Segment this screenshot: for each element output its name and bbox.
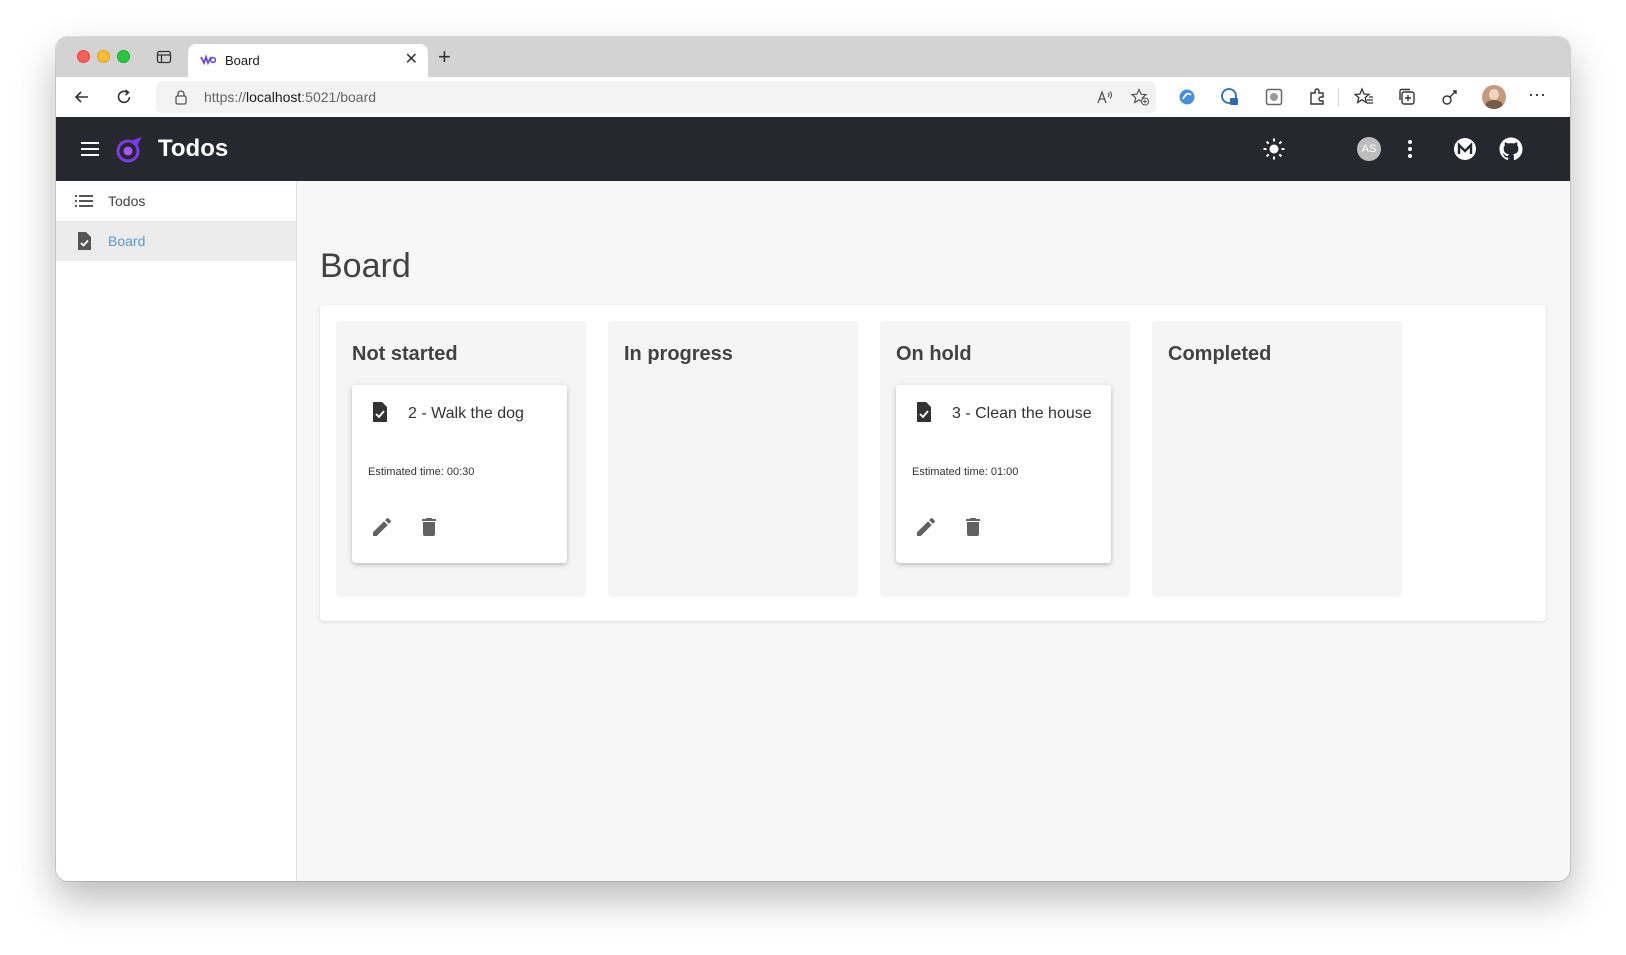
column-title: Not started (352, 343, 458, 365)
toolbar-divider (1338, 88, 1339, 106)
blazor-favicon-icon (200, 54, 216, 66)
more-options-icon[interactable]: ⋯ (1528, 85, 1547, 106)
password-manager-icon[interactable] (1220, 87, 1240, 107)
tab-actions-icon[interactable] (156, 49, 172, 65)
column-not-started: Not started 2 - Walk the dog Estimated t… (336, 321, 586, 597)
github-icon[interactable] (1499, 137, 1523, 161)
card-title: 2 - Walk the dog (408, 405, 524, 422)
column-title: In progress (624, 343, 733, 365)
browser-window: Board ✕ + https://localhost:5021/board ⋯… (56, 37, 1570, 881)
lock-icon[interactable] (174, 89, 188, 105)
tab-strip: Board ✕ + (56, 37, 1570, 77)
todo-card[interactable]: 2 - Walk the dog Estimated time: 00:30 (352, 385, 567, 563)
collections-icon[interactable] (1397, 87, 1417, 107)
estimated-time: Estimated time: 01:00 (912, 466, 1019, 478)
todo-card[interactable]: 3 - Clean the house Estimated time: 01:0… (896, 385, 1111, 563)
favorites-icon[interactable] (1354, 87, 1374, 107)
url-text[interactable]: https://localhost:5021/board (204, 89, 376, 105)
mudblazor-icon[interactable] (1453, 137, 1477, 161)
extension-square-icon[interactable] (1264, 87, 1284, 107)
task-file-icon (917, 402, 931, 422)
menu-icon[interactable] (78, 137, 102, 161)
profile-body (1485, 100, 1503, 109)
app-title: Todos (158, 135, 229, 162)
column-in-progress: In progress (608, 321, 858, 597)
nav-drawer: Todos Board (56, 181, 297, 881)
task-file-icon (373, 402, 387, 422)
column-completed: Completed (1152, 321, 1402, 597)
column-title: Completed (1168, 343, 1272, 365)
page-title: Board (320, 247, 411, 285)
app-bar: Todos AS (56, 117, 1570, 181)
nav-item-label: Board (108, 233, 146, 249)
maximize-window-button[interactable] (117, 50, 130, 63)
add-favorite-icon[interactable] (1130, 88, 1150, 106)
kanban-board: Not started 2 - Walk the dog Estimated t… (320, 305, 1546, 621)
address-bar[interactable]: https://localhost:5021/board (156, 81, 1156, 113)
card-title: 3 - Clean the house (952, 405, 1092, 422)
delete-icon[interactable] (961, 515, 985, 539)
edit-icon[interactable] (370, 515, 394, 539)
estimated-time: Estimated time: 00:30 (368, 466, 475, 478)
list-icon (75, 195, 93, 207)
task-file-icon (78, 232, 91, 250)
reload-icon[interactable] (114, 87, 134, 107)
extension-ie-icon[interactable] (1177, 87, 1197, 107)
delete-icon[interactable] (417, 515, 441, 539)
edit-icon[interactable] (914, 515, 938, 539)
column-on-hold: On hold 3 - Clean the house Estimated ti… (880, 321, 1130, 597)
column-title: On hold (896, 343, 972, 365)
new-tab-icon[interactable]: + (438, 46, 451, 68)
minimize-window-button[interactable] (97, 50, 110, 63)
nav-item-board[interactable]: Board (56, 221, 296, 261)
user-avatar[interactable]: AS (1357, 137, 1381, 161)
profile-face (1489, 89, 1499, 100)
browser-essentials-icon[interactable] (1440, 87, 1460, 107)
back-icon[interactable] (72, 87, 92, 107)
nav-item-label: Todos (108, 193, 146, 209)
nav-item-todos[interactable]: Todos (56, 181, 296, 221)
more-vert-icon[interactable] (1398, 137, 1422, 161)
light-mode-icon[interactable] (1262, 137, 1286, 161)
tab-close-icon[interactable]: ✕ (405, 52, 418, 68)
app-logo-icon (116, 137, 142, 163)
extensions-puzzle-icon[interactable] (1307, 87, 1327, 107)
profile-avatar[interactable] (1482, 85, 1506, 109)
read-aloud-icon[interactable] (1096, 89, 1114, 105)
close-window-button[interactable] (77, 50, 90, 63)
tab-title: Board (225, 53, 260, 68)
browser-tab[interactable]: Board ✕ (188, 44, 428, 77)
browser-toolbar: https://localhost:5021/board ⋯ (56, 77, 1570, 118)
